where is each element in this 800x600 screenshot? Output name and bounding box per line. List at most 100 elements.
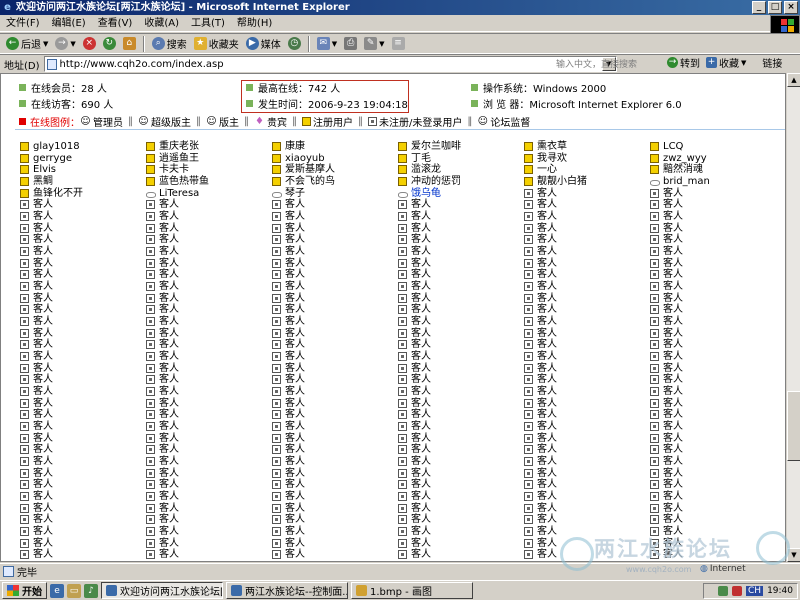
user-entry[interactable]: 客人 <box>146 386 179 397</box>
user-entry[interactable]: 客人 <box>272 269 305 280</box>
user-entry[interactable]: 客人 <box>524 269 557 280</box>
user-entry[interactable]: 客人 <box>524 421 557 432</box>
user-entry[interactable]: 一心 <box>524 164 557 175</box>
user-entry[interactable]: 客人 <box>650 351 683 362</box>
user-entry[interactable]: 客人 <box>398 409 431 420</box>
user-entry[interactable]: 客人 <box>20 444 53 455</box>
user-entry[interactable]: 客人 <box>650 433 683 444</box>
go-button[interactable]: → 转到 <box>667 55 700 70</box>
user-entry[interactable]: 客人 <box>650 374 683 385</box>
user-entry[interactable]: Elvis <box>20 164 56 175</box>
user-entry[interactable]: 客人 <box>20 258 53 269</box>
user-entry[interactable]: 客人 <box>524 316 557 327</box>
user-entry[interactable]: 康康 <box>272 141 305 152</box>
menu-view[interactable]: 查看(V) <box>92 15 139 32</box>
user-entry[interactable]: 饿乌龟 <box>398 188 441 199</box>
user-entry[interactable]: 客人 <box>524 456 557 467</box>
history-button[interactable]: ◷ <box>286 37 303 50</box>
user-entry[interactable]: 客人 <box>20 491 53 502</box>
user-entry[interactable]: 客人 <box>146 398 179 409</box>
user-entry[interactable]: 客人 <box>398 258 431 269</box>
user-entry[interactable]: 客人 <box>650 549 683 560</box>
user-entry[interactable]: 客人 <box>524 409 557 420</box>
scroll-down-button[interactable]: ▼ <box>787 548 800 562</box>
user-entry[interactable]: 客人 <box>146 223 179 234</box>
user-entry[interactable]: xiaoyub <box>272 153 325 164</box>
search-button[interactable]: ⌕ 搜索 <box>150 36 189 51</box>
user-entry[interactable]: 客人 <box>272 199 305 210</box>
address-input[interactable]: http://www.cqh2o.com/index.asp ▼ <box>43 56 617 72</box>
user-entry[interactable]: 客人 <box>398 339 431 350</box>
user-entry[interactable]: 客人 <box>146 269 179 280</box>
user-entry[interactable]: 客人 <box>272 421 305 432</box>
user-entry[interactable]: 客人 <box>650 293 683 304</box>
user-entry[interactable]: 客人 <box>20 468 53 479</box>
user-entry[interactable]: 滥滚龙 <box>398 164 441 175</box>
user-entry[interactable]: 客人 <box>20 211 53 222</box>
refresh-button[interactable]: ↻ <box>101 37 118 50</box>
user-entry[interactable]: 客人 <box>398 269 431 280</box>
user-entry[interactable]: 蓝色热带鱼 <box>146 176 209 187</box>
task-ie-forum[interactable]: 欢迎访问两江水族论坛[... <box>101 582 223 599</box>
user-entry[interactable]: 客人 <box>272 433 305 444</box>
user-entry[interactable]: 客人 <box>650 363 683 374</box>
user-entry[interactable]: 客人 <box>146 328 179 339</box>
user-entry[interactable]: 客人 <box>650 503 683 514</box>
media-quicklaunch-icon[interactable]: ♪ <box>84 583 98 598</box>
user-entry[interactable]: 客人 <box>272 386 305 397</box>
user-entry[interactable]: 熏衣草 <box>524 141 567 152</box>
user-entry[interactable]: 客人 <box>524 351 557 362</box>
user-entry[interactable]: 客人 <box>20 456 53 467</box>
user-entry[interactable]: 客人 <box>146 538 179 549</box>
user-entry[interactable]: 客人 <box>20 246 53 257</box>
user-entry[interactable]: 客人 <box>272 514 305 525</box>
user-entry[interactable]: 客人 <box>146 339 179 350</box>
user-entry[interactable]: 客人 <box>650 538 683 549</box>
user-entry[interactable]: 客人 <box>146 456 179 467</box>
user-entry[interactable]: 客人 <box>272 351 305 362</box>
user-entry[interactable]: 客人 <box>650 339 683 350</box>
user-entry[interactable]: 客人 <box>524 223 557 234</box>
user-entry[interactable]: 客人 <box>650 444 683 455</box>
user-entry[interactable]: 冲动的惩罚 <box>398 176 461 187</box>
user-entry[interactable]: 客人 <box>524 339 557 350</box>
user-entry[interactable]: 客人 <box>398 549 431 560</box>
user-entry[interactable]: 客人 <box>20 269 53 280</box>
user-entry[interactable]: 客人 <box>20 526 53 537</box>
ime-indicator[interactable]: CH <box>746 586 764 596</box>
tray-security-icon[interactable] <box>732 586 742 596</box>
minimize-button[interactable]: _ <box>752 1 766 14</box>
user-entry[interactable]: 客人 <box>398 199 431 210</box>
user-entry[interactable]: 客人 <box>20 199 53 210</box>
user-entry[interactable]: 客人 <box>146 491 179 502</box>
user-entry[interactable]: 客人 <box>398 433 431 444</box>
tray-network-icon[interactable] <box>718 586 728 596</box>
user-entry[interactable]: 客人 <box>524 549 557 560</box>
user-entry[interactable]: 客人 <box>146 246 179 257</box>
user-entry[interactable]: 客人 <box>398 479 431 490</box>
user-entry[interactable]: 客人 <box>20 281 53 292</box>
user-entry[interactable]: 客人 <box>398 211 431 222</box>
user-entry[interactable]: 客人 <box>146 444 179 455</box>
user-entry[interactable]: 客人 <box>398 281 431 292</box>
user-entry[interactable]: 客人 <box>272 293 305 304</box>
print-button[interactable]: ⎙ <box>342 37 359 50</box>
user-entry[interactable]: 客人 <box>524 363 557 374</box>
menu-tools[interactable]: 工具(T) <box>185 15 231 32</box>
user-entry[interactable]: 客人 <box>650 304 683 315</box>
user-entry[interactable]: 客人 <box>272 456 305 467</box>
user-entry[interactable]: 琴子 <box>272 188 305 199</box>
user-entry[interactable]: 客人 <box>272 316 305 327</box>
user-entry[interactable]: 客人 <box>272 398 305 409</box>
user-entry[interactable]: LiTeresa <box>146 188 199 199</box>
maximize-button[interactable]: □ <box>768 1 782 14</box>
user-entry[interactable]: 客人 <box>20 304 53 315</box>
edit-button[interactable]: ✎ ▼ <box>362 37 386 50</box>
user-entry[interactable]: 客人 <box>524 281 557 292</box>
user-entry[interactable]: 客人 <box>650 386 683 397</box>
user-entry[interactable]: 客人 <box>398 538 431 549</box>
user-entry[interactable]: 客人 <box>398 491 431 502</box>
user-entry[interactable]: 客人 <box>524 199 557 210</box>
user-entry[interactable]: 客人 <box>272 304 305 315</box>
user-entry[interactable]: 客人 <box>272 223 305 234</box>
